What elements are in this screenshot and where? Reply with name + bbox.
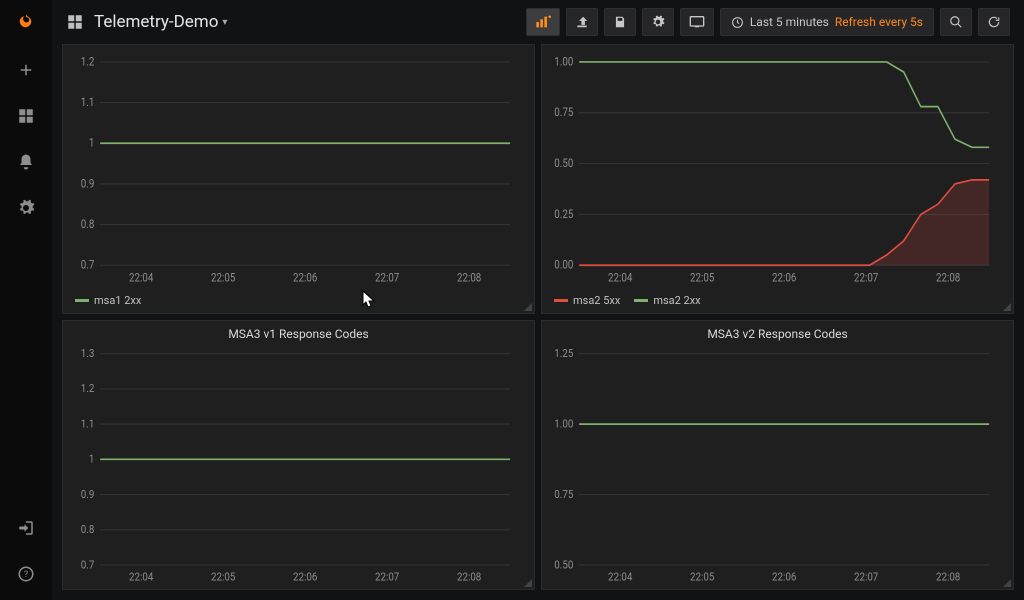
- time-range-picker[interactable]: Last 5 minutes Refresh every 5s: [720, 8, 934, 36]
- legend-label: msa1 2xx: [94, 294, 141, 307]
- svg-text:22:05: 22:05: [211, 570, 235, 584]
- dashboard-title[interactable]: Telemetry-Demo ▾: [94, 12, 227, 32]
- svg-text:1.00: 1.00: [554, 417, 573, 431]
- help-icon[interactable]: ?: [12, 560, 40, 588]
- svg-text:22:05: 22:05: [690, 271, 714, 285]
- chevron-down-icon: ▾: [222, 17, 227, 28]
- dashboards-icon[interactable]: [12, 102, 40, 130]
- panel-p3[interactable]: MSA3 v1 Response Codes 0.7 0.8 0.9 1 1.1 1.2 1.…: [62, 320, 535, 590]
- panel-title: MSA3 v1 Response Codes: [63, 321, 534, 343]
- svg-text:0.00: 0.00: [554, 258, 573, 272]
- svg-text:1.00: 1.00: [554, 55, 573, 69]
- svg-text:0.50: 0.50: [554, 156, 573, 170]
- legend-label: msa2 2xx: [653, 294, 700, 307]
- refresh-interval-label: Refresh every 5s: [835, 15, 923, 29]
- svg-text:22:08: 22:08: [457, 271, 481, 285]
- resize-handle[interactable]: [1001, 577, 1011, 587]
- svg-text:22:07: 22:07: [375, 570, 399, 584]
- top-bar: Telemetry-Demo ▾: [52, 0, 1024, 44]
- panel-legend: msa2 5xx msa2 2xx: [542, 290, 1013, 313]
- svg-text:0.8: 0.8: [81, 217, 95, 231]
- svg-text:22:04: 22:04: [129, 570, 153, 584]
- save-button[interactable]: [604, 8, 636, 36]
- panel-p4[interactable]: MSA3 v2 Response Codes 0.50 0.75 1.00 1.25 22…: [541, 320, 1014, 590]
- main-area: Telemetry-Demo ▾: [52, 0, 1024, 600]
- svg-text:22:06: 22:06: [293, 271, 317, 285]
- svg-text:1.2: 1.2: [81, 55, 95, 69]
- grafana-logo-icon[interactable]: [12, 10, 40, 38]
- svg-text:0.25: 0.25: [554, 207, 573, 221]
- chart-area[interactable]: 0.00 0.25 0.50 0.75 1.00 22:04 22:05 22:06 22:07…: [542, 51, 1013, 290]
- svg-text:22:06: 22:06: [293, 570, 317, 584]
- svg-text:1: 1: [89, 136, 94, 150]
- svg-text:0.9: 0.9: [81, 177, 95, 191]
- add-icon[interactable]: [12, 56, 40, 84]
- svg-text:1.25: 1.25: [554, 347, 573, 360]
- refresh-button[interactable]: [978, 8, 1010, 36]
- add-panel-button[interactable]: [526, 8, 560, 36]
- signin-icon[interactable]: [12, 514, 40, 542]
- resize-handle[interactable]: [1001, 301, 1011, 311]
- svg-text:1.2: 1.2: [81, 382, 95, 396]
- panel-p1[interactable]: 0.7 0.8 0.9 1 1.1 1.2 22:04 22:05 22:06 22:07 22:0…: [62, 44, 535, 314]
- cycle-view-button[interactable]: [680, 8, 714, 36]
- dashboard-title-text: Telemetry-Demo: [94, 12, 218, 32]
- svg-text:22:08: 22:08: [936, 271, 960, 285]
- legend-swatch: [554, 299, 568, 302]
- legend-label: msa2 5xx: [573, 294, 620, 307]
- panel-title: MSA3 v2 Response Codes: [542, 321, 1013, 343]
- share-button[interactable]: [566, 8, 598, 36]
- panel-grid: 0.7 0.8 0.9 1 1.1 1.2 22:04 22:05 22:06 22:07 22:0…: [52, 44, 1024, 600]
- svg-text:0.75: 0.75: [554, 487, 573, 501]
- svg-text:0.50: 0.50: [554, 558, 573, 572]
- legend-item[interactable]: msa1 2xx: [75, 294, 141, 307]
- svg-text:1.1: 1.1: [81, 417, 95, 431]
- svg-text:?: ?: [24, 570, 28, 580]
- svg-text:22:06: 22:06: [772, 271, 796, 285]
- chart-area[interactable]: 0.7 0.8 0.9 1 1.1 1.2 1.3 22:04 22:05 22:06 22:07 2…: [63, 343, 534, 589]
- svg-text:22:05: 22:05: [211, 271, 235, 285]
- resize-handle[interactable]: [522, 301, 532, 311]
- svg-text:22:04: 22:04: [608, 570, 632, 584]
- svg-text:22:04: 22:04: [129, 271, 153, 285]
- svg-text:22:07: 22:07: [375, 271, 399, 285]
- legend-swatch: [634, 299, 648, 302]
- clock-icon: [731, 16, 744, 29]
- panel-legend: msa1 2xx: [63, 290, 534, 313]
- legend-swatch: [75, 299, 89, 302]
- zoom-out-button[interactable]: [940, 8, 972, 36]
- svg-text:0.9: 0.9: [81, 487, 95, 501]
- alerts-icon[interactable]: [12, 148, 40, 176]
- svg-text:0.7: 0.7: [81, 558, 95, 572]
- svg-text:22:04: 22:04: [608, 271, 632, 285]
- svg-text:22:06: 22:06: [772, 570, 796, 584]
- svg-text:1.3: 1.3: [81, 347, 95, 360]
- resize-handle[interactable]: [522, 577, 532, 587]
- dashboard-settings-button[interactable]: [642, 8, 674, 36]
- legend-item[interactable]: msa2 2xx: [634, 294, 700, 307]
- dashboard-grid-icon: [66, 13, 84, 31]
- time-range-label: Last 5 minutes: [750, 15, 829, 29]
- svg-text:22:07: 22:07: [854, 271, 878, 285]
- legend-item[interactable]: msa2 5xx: [554, 294, 620, 307]
- side-nav: ?: [0, 0, 52, 600]
- panel-p2[interactable]: 0.00 0.25 0.50 0.75 1.00 22:04 22:05 22:06 22:07…: [541, 44, 1014, 314]
- svg-text:0.75: 0.75: [554, 105, 573, 119]
- svg-text:0.7: 0.7: [81, 258, 95, 272]
- svg-text:1.1: 1.1: [81, 95, 95, 109]
- svg-text:22:05: 22:05: [690, 570, 714, 584]
- svg-text:22:07: 22:07: [854, 570, 878, 584]
- settings-icon[interactable]: [12, 194, 40, 222]
- svg-text:1: 1: [89, 452, 94, 466]
- chart-area[interactable]: 0.50 0.75 1.00 1.25 22:04 22:05 22:06 22:07 22:0…: [542, 343, 1013, 589]
- svg-text:22:08: 22:08: [936, 570, 960, 584]
- chart-area[interactable]: 0.7 0.8 0.9 1 1.1 1.2 22:04 22:05 22:06 22:07 22:0…: [63, 51, 534, 290]
- svg-text:22:08: 22:08: [457, 570, 481, 584]
- svg-text:0.8: 0.8: [81, 522, 95, 536]
